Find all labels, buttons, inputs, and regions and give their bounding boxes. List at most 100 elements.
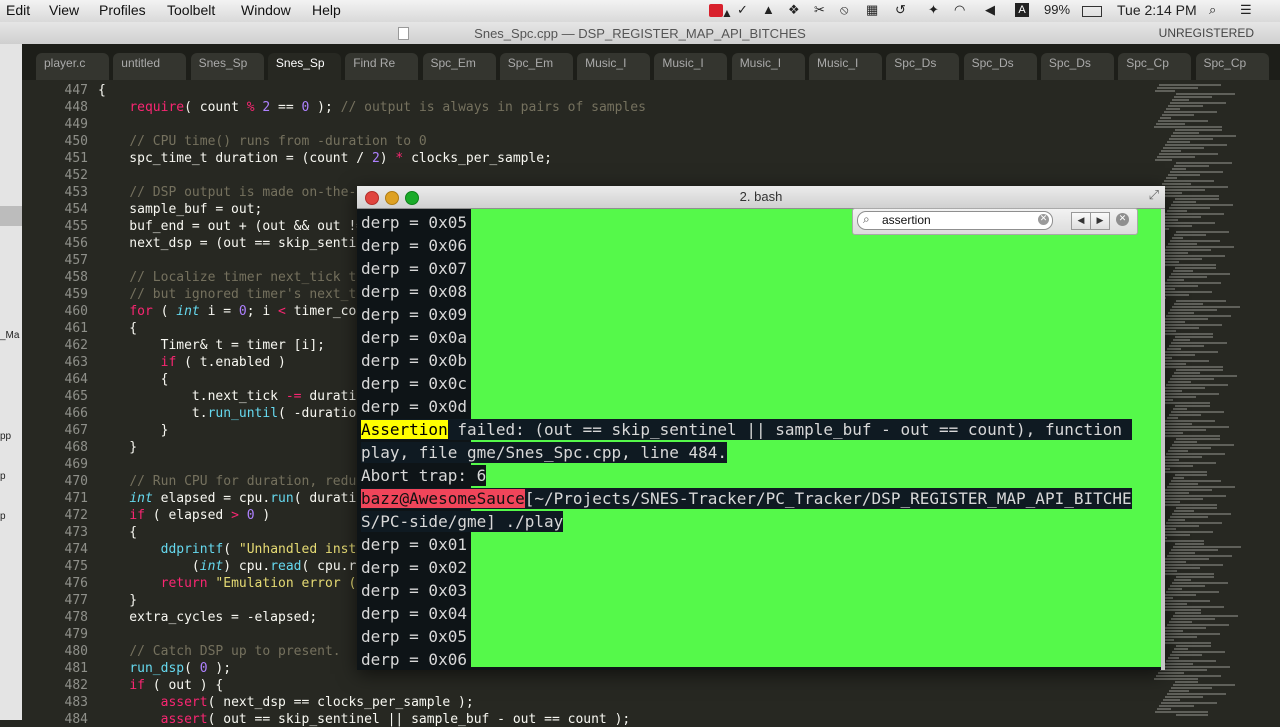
code-line[interactable]: next_dsp = (out == skip_sentinel)	[98, 236, 387, 251]
terminal-line[interactable]: derp = 0x02	[361, 557, 467, 578]
tab-music-i-7[interactable]: Music_I	[577, 53, 651, 80]
clock[interactable]: Tue 2:14 PM	[1117, 2, 1197, 18]
terminal-scrollbar[interactable]	[1161, 209, 1165, 670]
next-match-button[interactable]: ▶	[1090, 212, 1110, 230]
code-line[interactable]: // CPU time() runs from -duration to 0	[98, 134, 426, 149]
bluetooth-icon[interactable]: ✦	[928, 2, 939, 18]
menu-help[interactable]: Help	[312, 2, 341, 18]
menu-edit[interactable]: Edit	[6, 2, 30, 18]
input-source-icon[interactable]: A	[1015, 3, 1029, 17]
code-line[interactable]: {	[98, 83, 106, 98]
tab-snes-sp-3[interactable]: Snes_Sp	[267, 53, 341, 80]
tab-spc-ds-12[interactable]: Spc_Ds	[963, 53, 1037, 80]
code-line[interactable]: sample_buf = out;	[98, 202, 262, 217]
terminal-line[interactable]: derp = 0x0c	[361, 373, 467, 394]
menu-profiles[interactable]: Profiles	[99, 2, 146, 18]
clear-search-icon[interactable]: ✕	[1038, 214, 1049, 225]
terminal-line[interactable]: derp = 0x05	[361, 212, 467, 233]
code-line[interactable]: {	[98, 525, 137, 540]
tab-spc-cp-15[interactable]: Spc_Cp	[1195, 53, 1269, 80]
code-line[interactable]: // Catch DSP up to present.	[98, 644, 340, 659]
terminal-line[interactable]: derp = 0x0b	[361, 350, 467, 371]
terminal-line[interactable]: derp = 0x09	[361, 304, 467, 325]
terminal-line[interactable]: derp = 0x01	[361, 534, 467, 555]
code-line[interactable]: Timer& t = timer [i];	[98, 338, 325, 353]
sidebar-fragment[interactable]: _Ma	[0, 330, 19, 341]
dropbox-icon[interactable]: ❖	[788, 2, 800, 18]
time-machine-icon[interactable]: ↺	[895, 2, 906, 18]
fullscreen-icon[interactable]: ⤢	[1149, 188, 1159, 203]
sidebar-fragment[interactable]: p	[0, 471, 6, 482]
sidebar-selection[interactable]	[0, 206, 22, 226]
code-line[interactable]: require( count % 2 == 0 ); // output is …	[98, 100, 646, 115]
battery-icon[interactable]	[1082, 6, 1102, 17]
code-line[interactable]: }	[98, 593, 137, 608]
tab-music-i-8[interactable]: Music_I	[654, 53, 728, 80]
tab-snes-sp-2[interactable]: Snes_Sp	[190, 53, 264, 80]
tab-music-i-9[interactable]: Music_I	[731, 53, 805, 80]
code-line[interactable]: extra_cycles = -elapsed;	[98, 610, 317, 625]
tab-untitled-1[interactable]: untitled	[113, 53, 187, 80]
code-line[interactable]: t.next_tick -= duration;	[98, 389, 380, 404]
list-icon[interactable]: ☰	[1240, 2, 1252, 18]
bell-icon[interactable]: ▲	[762, 2, 775, 17]
volume-icon[interactable]: ◀	[985, 2, 995, 18]
terminal-line[interactable]: derp = 0x04	[361, 603, 467, 624]
tab-music-i-10[interactable]: Music_I	[809, 53, 882, 80]
tab-spc-cp-14[interactable]: Spc_Cp	[1118, 53, 1192, 80]
terminal-line[interactable]: S/PC-side/gme] ./play	[361, 511, 564, 532]
previous-match-button[interactable]: ◀	[1071, 212, 1091, 230]
code-line[interactable]: if ( t.enabled )	[98, 355, 286, 370]
sidebar-fragment[interactable]: p	[0, 511, 6, 522]
menu-window[interactable]: Window	[241, 2, 291, 18]
code-line[interactable]: // Localize timer next_tick times	[98, 270, 387, 285]
code-line[interactable]: int elapsed = cpu.run( duration -	[98, 491, 387, 506]
terminal-line[interactable]: derp = 0x0a	[361, 327, 467, 348]
close-find-icon[interactable]: ✕	[1116, 213, 1129, 226]
code-line[interactable]: buf_end = out + (out && out != sk	[98, 219, 387, 234]
code-line[interactable]: {	[98, 372, 169, 387]
code-line[interactable]: // Run CPU for duration, reduced	[98, 474, 379, 489]
terminal-line[interactable]: bazz@AwesomeSauce[~/Projects/SNES-Tracke…	[361, 488, 1132, 509]
code-line[interactable]: spc_time_t duration = (count / 2) * cloc…	[98, 151, 552, 166]
terminal-line[interactable]: derp = 0x06	[361, 235, 467, 256]
search-input[interactable]: ⌕ assertion ✕	[857, 211, 1053, 230]
code-line[interactable]: // DSP output is made on-the-fly	[98, 185, 379, 200]
terminal-line[interactable]: derp = 0x03	[361, 580, 467, 601]
circle-icon[interactable]: ⦸	[840, 2, 848, 18]
code-line[interactable]: t.run_until( -duration );	[98, 406, 388, 421]
wifi-icon[interactable]: ◠	[954, 2, 965, 18]
terminal-line[interactable]: derp = 0x06	[361, 649, 467, 670]
search-icon[interactable]: ⌕	[1209, 2, 1216, 18]
terminal-line[interactable]: derp = 0x05	[361, 626, 467, 647]
tab-player-c-0[interactable]: player.c	[36, 53, 109, 80]
code-line[interactable]: }	[98, 423, 169, 438]
code-line[interactable]: // but ignored timer's next_tick	[98, 287, 379, 302]
code-line[interactable]: run_dsp( 0 );	[98, 661, 231, 676]
terminal-line[interactable]: Assertion failed: (out == skip_sentinel …	[361, 419, 1132, 440]
code-line[interactable]: if ( elapsed > 0 )	[98, 508, 270, 523]
tab-find-re-4[interactable]: Find Re	[345, 53, 419, 80]
code-line[interactable]: if ( out ) {	[98, 678, 223, 693]
tab-spc-em-6[interactable]: Spc_Em	[499, 53, 573, 80]
code-line[interactable]: for ( int i = 0; i < timer_count;	[98, 304, 387, 319]
terminal-line[interactable]: derp = 0x07	[361, 258, 467, 279]
minimap[interactable]	[1150, 80, 1280, 720]
grid-icon[interactable]: ▦	[866, 2, 878, 18]
scissors-icon[interactable]: ✂	[814, 2, 825, 18]
tab-spc-ds-13[interactable]: Spc_Ds	[1040, 53, 1114, 80]
code-line[interactable]: }	[98, 440, 137, 455]
sidebar-fragment[interactable]: pp	[0, 431, 11, 442]
code-line[interactable]: assert( next_dsp == clocks_per_sample );	[98, 695, 474, 710]
checkmark-icon[interactable]: ✓	[737, 2, 748, 18]
tab-spc-em-5[interactable]: Spc_Em	[422, 53, 496, 80]
menu-toolbelt[interactable]: Toolbelt	[167, 2, 215, 18]
terminal-window[interactable]: 2. bash ⤢ derp = 0x05 derp = 0x06 derp = 0…	[357, 186, 1165, 670]
terminal-line[interactable]: Abort trap: 6	[361, 465, 487, 486]
tab-spc-ds-11[interactable]: Spc_Ds	[886, 53, 960, 80]
terminal-line[interactable]: derp = 0x08	[361, 281, 467, 302]
terminal-line[interactable]: play, file gme/Snes_Spc.cpp, line 484.	[361, 442, 728, 463]
terminal-line[interactable]: derp = 0x0d	[361, 396, 467, 417]
code-line[interactable]: {	[98, 321, 137, 336]
menu-view[interactable]: View	[49, 2, 79, 18]
